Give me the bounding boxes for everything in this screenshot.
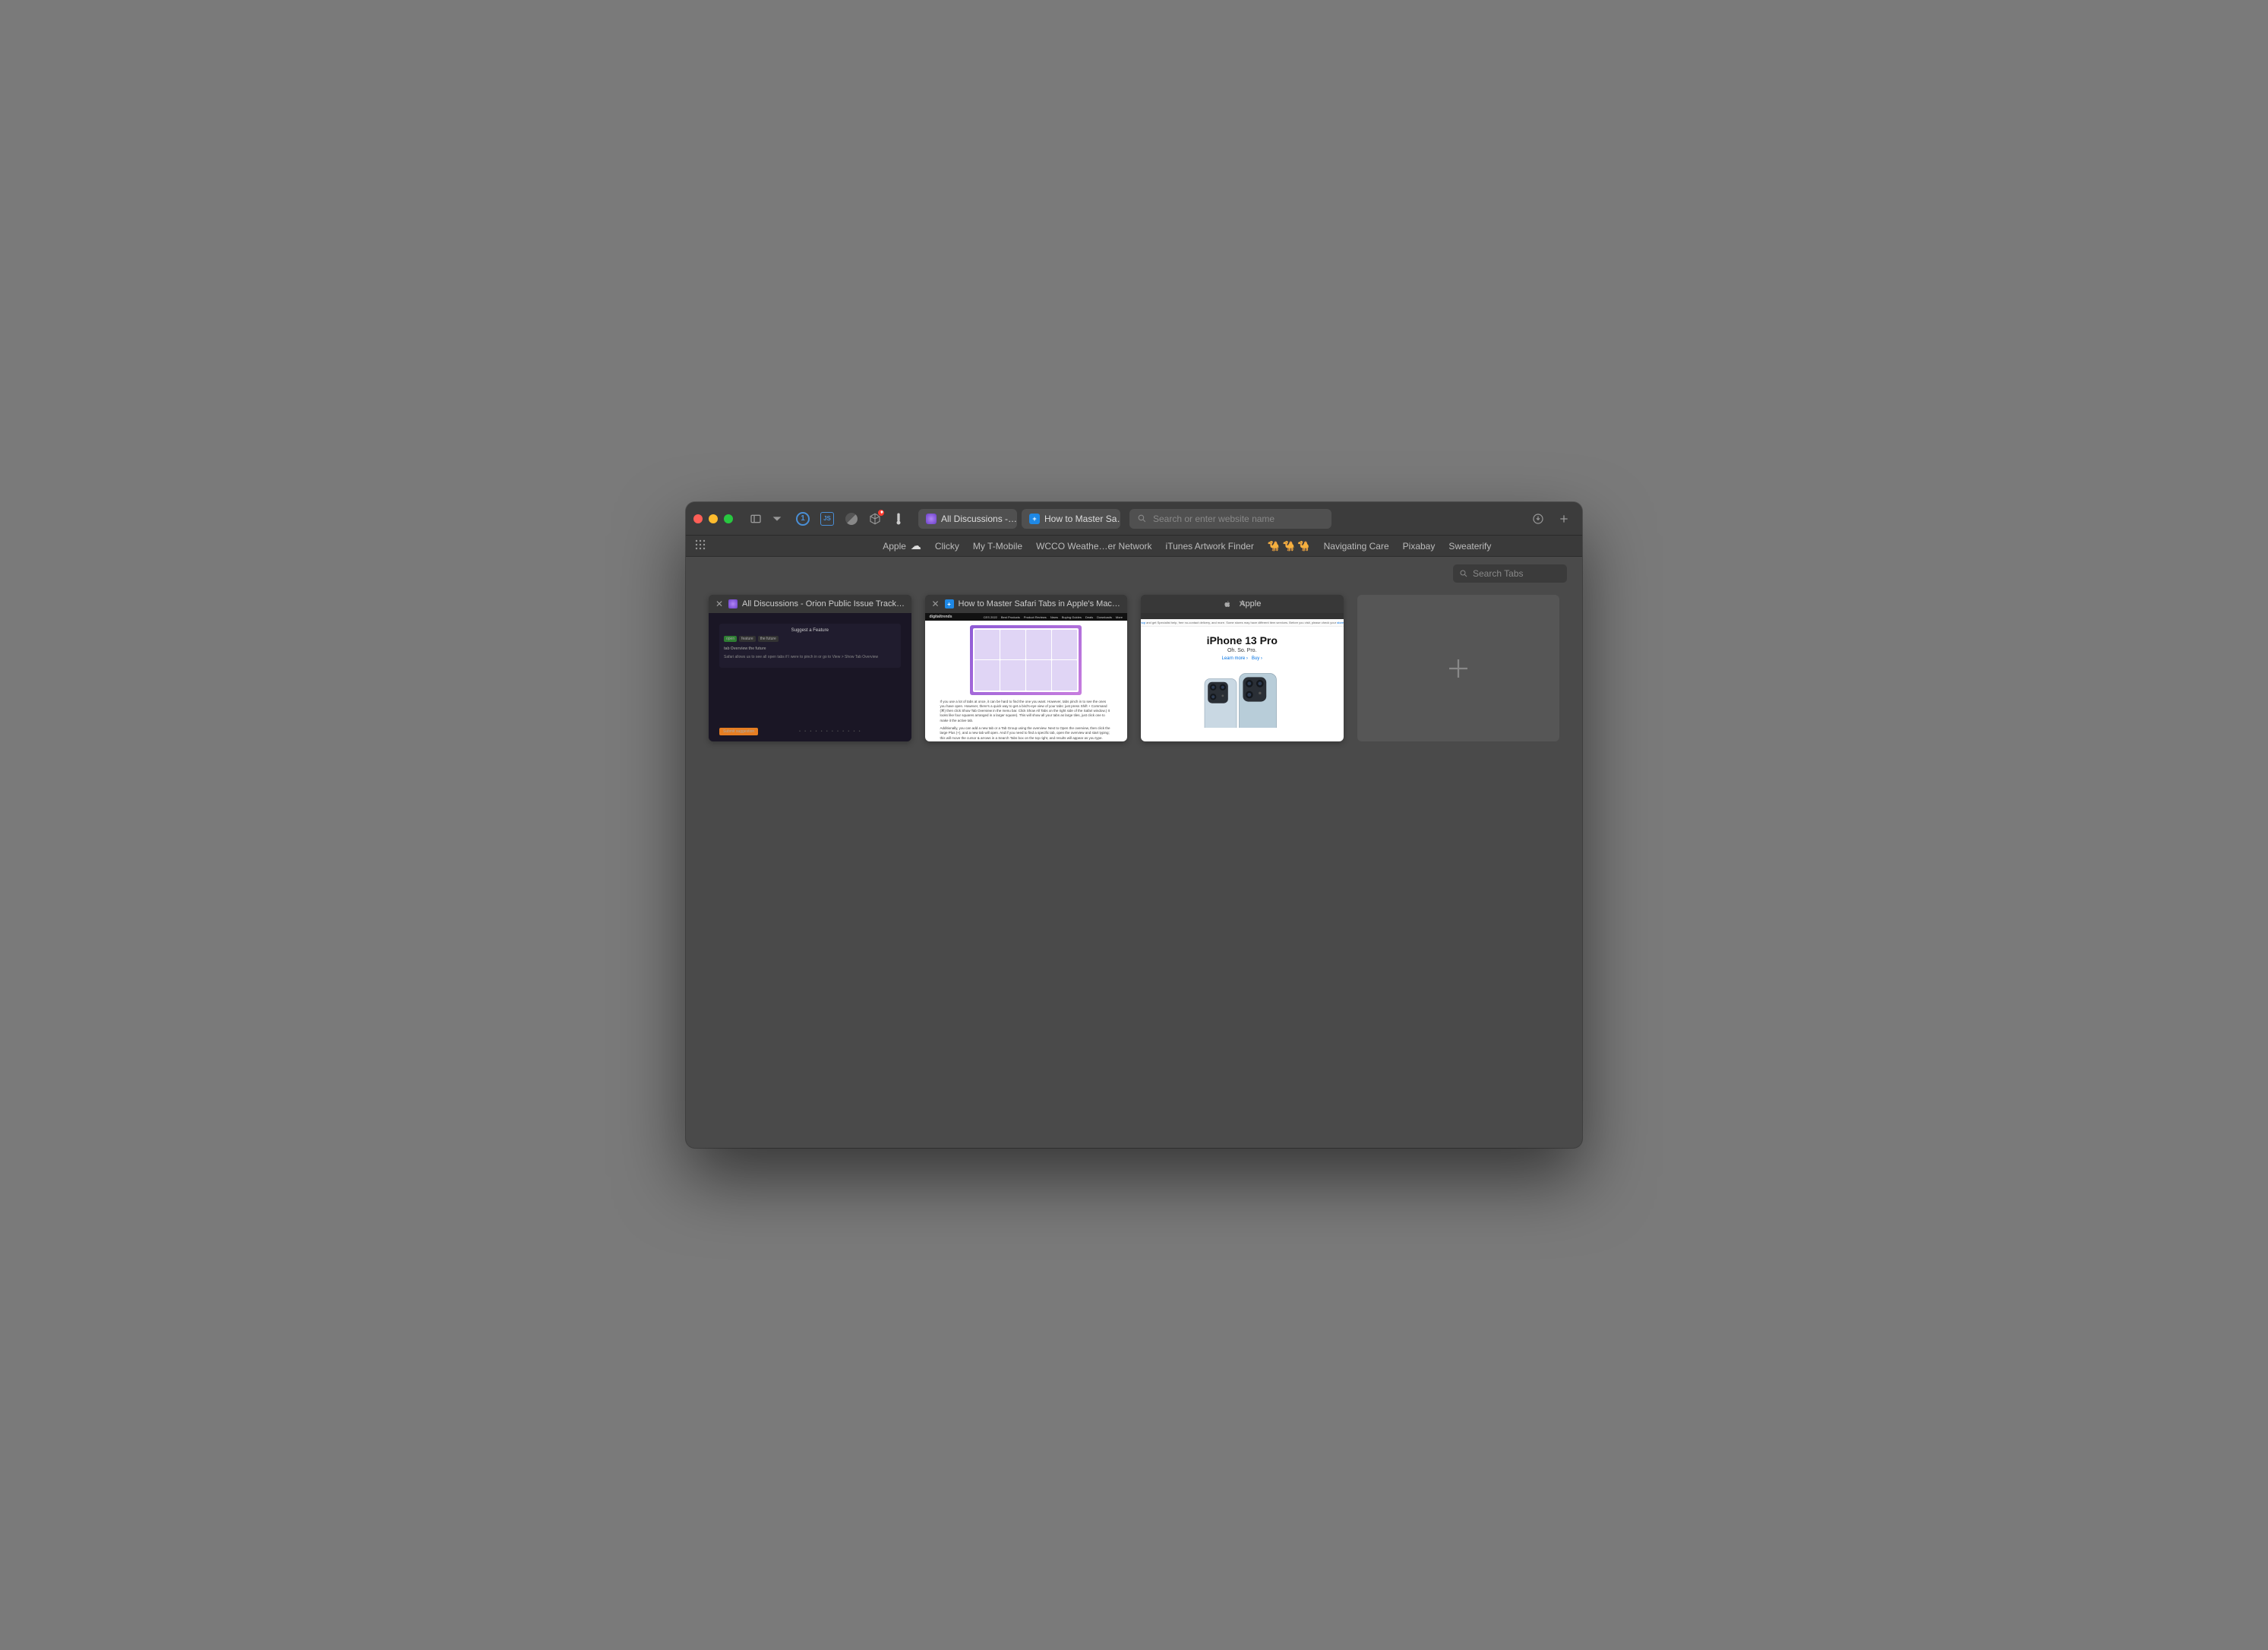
search-icon — [1459, 569, 1468, 578]
preview-subheading: Oh. So. Pro. — [1141, 648, 1344, 653]
js-extension-icon[interactable]: JS — [820, 511, 835, 526]
tile-preview: Suggest a Feature open feature the futur… — [709, 613, 911, 741]
preview-paragraph: Additionally, you can add a new tab or a… — [940, 726, 1113, 741]
extension-icons: 1 JS — [795, 511, 906, 526]
favorite-itunes-artwork[interactable]: iTunes Artwork Finder — [1166, 541, 1254, 552]
preview-hero-image — [970, 625, 1082, 695]
minimize-window-button[interactable] — [709, 514, 718, 523]
contrast-extension-icon[interactable] — [844, 511, 859, 526]
tab-label: All Discussions -… — [941, 514, 1017, 524]
address-placeholder: Search or enter website name — [1153, 514, 1275, 524]
package-extension-icon[interactable] — [868, 512, 882, 526]
preview-links: Learn more › Buy › — [1141, 656, 1344, 661]
notification-badge — [877, 509, 885, 517]
tile-header: ✕ + How to Master Safari Tabs in Apple's… — [925, 595, 1128, 613]
preview-product-image — [1141, 667, 1344, 728]
plus-icon — [1445, 655, 1472, 682]
onepassword-extension-icon[interactable]: 1 — [795, 511, 810, 526]
sidebar-toggle-button[interactable] — [745, 510, 766, 528]
preview-banner: Shop and get Specialist help, free no-co… — [1141, 619, 1344, 627]
search-icon — [1137, 514, 1147, 523]
window-controls — [693, 514, 733, 523]
tab-tile-orion[interactable]: ✕ All Discussions - Orion Public Issue T… — [709, 595, 911, 741]
search-tabs-placeholder: Search Tabs — [1473, 568, 1524, 579]
tab-grid: ✕ All Discussions - Orion Public Issue T… — [709, 595, 1559, 741]
tab-group-menu-button[interactable] — [771, 510, 783, 528]
cloud-icon: ☁ — [911, 539, 921, 552]
tab-tile-digitaltrends[interactable]: ✕ + How to Master Safari Tabs in Apple's… — [925, 595, 1128, 741]
preview-text: Safari allows us to see all open tabs if… — [724, 655, 896, 660]
digitaltrends-favicon: + — [945, 599, 954, 608]
tag-chip: feature — [739, 636, 756, 642]
tile-preview: digitaltrends CES 2022 Best Products Pro… — [925, 613, 1128, 741]
thermometer-extension-icon[interactable] — [891, 511, 906, 526]
toolbar: 1 JS All Discussions -… + How to Master … — [686, 502, 1582, 536]
search-tabs-input[interactable]: Search Tabs — [1453, 564, 1567, 583]
favorite-clicky[interactable]: Clicky — [935, 541, 959, 552]
digitaltrends-favicon: + — [1029, 514, 1040, 524]
favorite-navigating-care[interactable]: Navigating Care — [1324, 541, 1389, 552]
tab-all-discussions[interactable]: All Discussions -… — [918, 509, 1017, 529]
favorite-pixabay[interactable]: Pixabay — [1403, 541, 1436, 552]
orion-favicon — [926, 514, 937, 524]
tile-title: All Discussions - Orion Public Issue Tra… — [742, 599, 905, 608]
tab-overview: Search Tabs ✕ All Discussions - Orion Pu… — [686, 557, 1582, 1148]
preview-heading: tab Overview the future — [724, 646, 896, 652]
favorite-tmobile[interactable]: My T-Mobile — [973, 541, 1022, 552]
favorite-sweaterify[interactable]: Sweaterify — [1448, 541, 1491, 552]
browser-window: 1 JS All Discussions -… + How to Master … — [686, 502, 1582, 1148]
favorite-camelcamelcamel[interactable]: 🐪 🐪 🐪 — [1268, 540, 1310, 552]
tile-preview: Shop and get Specialist help, free no-co… — [1141, 613, 1344, 741]
fullscreen-window-button[interactable] — [724, 514, 733, 523]
close-tab-button[interactable]: ✕ — [1237, 599, 1246, 609]
apple-favicon — [1223, 599, 1232, 608]
favorite-wcco[interactable]: WCCO Weathe…er Network — [1036, 541, 1151, 552]
favorite-apple[interactable]: Apple☁ — [883, 539, 921, 552]
tile-header: ✕ Apple — [1141, 595, 1344, 613]
apps-grid-icon[interactable] — [695, 539, 706, 552]
status-chip: open — [724, 636, 737, 642]
new-tab-tile[interactable] — [1357, 595, 1560, 741]
tag-chip: the future — [758, 636, 779, 642]
orion-favicon — [728, 599, 738, 608]
tab-how-to-master[interactable]: + How to Master Sa… — [1022, 509, 1120, 529]
preview-paragraph: If you use a lot of tabs at once, it can… — [940, 700, 1113, 723]
preview-heading: iPhone 13 Pro — [1141, 634, 1344, 646]
tile-header: ✕ All Discussions - Orion Public Issue T… — [709, 595, 911, 613]
panel-title: Suggest a Feature — [724, 628, 896, 633]
address-bar[interactable]: Search or enter website name — [1129, 509, 1331, 529]
pagination-dots: • • • • • • • • • • • • — [760, 729, 900, 734]
tab-label: How to Master Sa… — [1044, 514, 1120, 524]
tab-tile-apple[interactable]: ✕ Apple Shop and get Specialist help, fr… — [1141, 595, 1344, 741]
close-window-button[interactable] — [693, 514, 703, 523]
favorites-bar: Apple☁ Clicky My T-Mobile WCCO Weathe…er… — [686, 536, 1582, 557]
preview-nav: digitaltrends CES 2022 Best Products Pro… — [925, 613, 1128, 621]
new-tab-button[interactable] — [1553, 510, 1575, 528]
close-tab-button[interactable]: ✕ — [715, 599, 724, 609]
tile-title: How to Master Safari Tabs in Apple's Mac… — [959, 599, 1122, 608]
close-tab-button[interactable]: ✕ — [931, 599, 940, 609]
submit-button-preview: Submit suggestion — [719, 728, 758, 735]
downloads-button[interactable] — [1527, 510, 1549, 528]
